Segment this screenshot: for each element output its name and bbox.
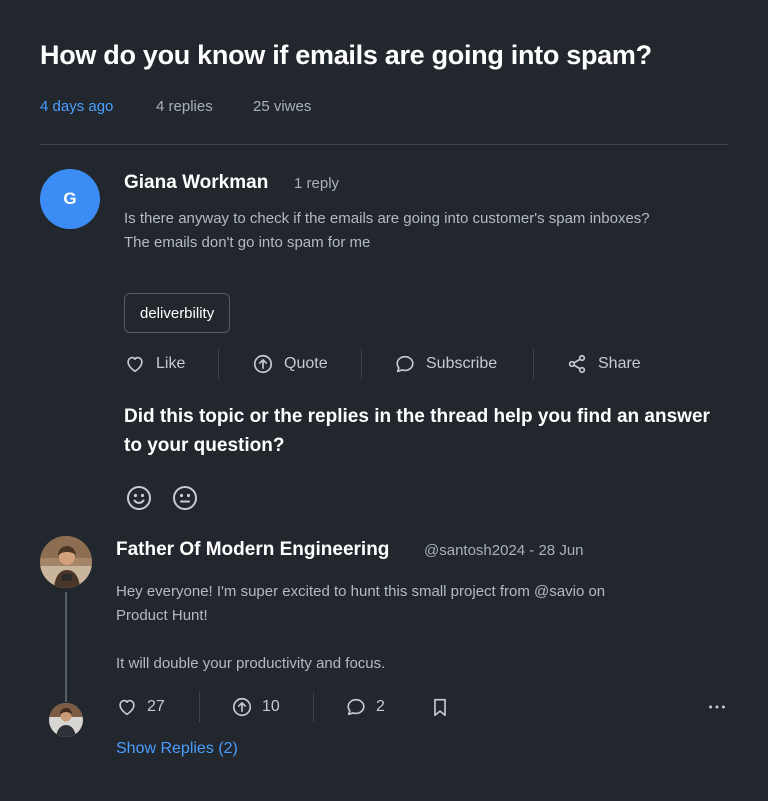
topic-view-count: 25 viwes xyxy=(253,98,312,115)
topic-title: How do you know if emails are going into… xyxy=(40,40,652,70)
arrow-up-circle-icon xyxy=(253,354,273,374)
comment-count: 2 xyxy=(376,698,385,715)
show-replies-link[interactable]: Show Replies (2) xyxy=(116,740,238,758)
topic-page: How do you know if emails are going into… xyxy=(0,0,768,801)
avatar[interactable]: G xyxy=(40,169,100,229)
share-label: Share xyxy=(598,355,641,372)
post-body: Is there anyway to check if the emails a… xyxy=(124,207,650,255)
divider xyxy=(313,692,314,722)
reply-body-line: Hey everyone! I'm super excited to hunt … xyxy=(116,583,606,600)
reply-actions: 27 10 2 xyxy=(116,691,728,723)
chat-bubble-icon xyxy=(347,698,365,716)
subscribe-button[interactable]: Subscribe xyxy=(394,348,497,380)
reply-body-line xyxy=(116,628,605,652)
avatar[interactable] xyxy=(49,703,83,737)
topic-time-ago[interactable]: 4 days ago xyxy=(40,98,113,115)
neutral-face-icon[interactable] xyxy=(171,484,199,512)
heart-icon xyxy=(119,699,135,716)
user-photo xyxy=(49,703,83,737)
thread-line xyxy=(65,592,67,702)
divider xyxy=(40,144,728,145)
share-icon xyxy=(568,354,586,374)
divider xyxy=(218,349,219,379)
quote-label: Quote xyxy=(284,355,328,372)
like-button[interactable]: 27 xyxy=(116,691,165,723)
arrow-up-circle-icon xyxy=(232,697,252,717)
divider xyxy=(533,349,534,379)
reply-body-line: Product Hunt! xyxy=(116,607,208,624)
reply-body-line: It will double your productivity and foc… xyxy=(116,655,386,672)
post-actions: Like Quote Subscribe Share xyxy=(124,348,684,380)
more-button[interactable] xyxy=(706,691,737,723)
upvote-button[interactable]: 10 xyxy=(231,691,280,723)
chat-bubble-icon xyxy=(396,355,414,373)
feedback-question: Did this topic or the replies in the thr… xyxy=(124,406,710,456)
smile-icon[interactable] xyxy=(125,484,153,512)
more-horizontal-icon xyxy=(709,705,725,709)
upvote-count: 10 xyxy=(262,698,280,715)
quote-button[interactable]: Quote xyxy=(252,348,328,380)
like-button[interactable]: Like xyxy=(124,348,185,380)
share-button[interactable]: Share xyxy=(566,348,641,380)
like-label: Like xyxy=(156,355,186,372)
divider xyxy=(199,692,200,722)
comment-button[interactable]: 2 xyxy=(345,691,385,723)
like-count: 27 xyxy=(147,698,165,715)
reply-body: Hey everyone! I'm super excited to hunt … xyxy=(116,580,605,676)
post-reply-count: 1 reply xyxy=(294,175,340,192)
bookmark-icon xyxy=(434,698,446,717)
subscribe-label: Subscribe xyxy=(426,355,498,372)
reply-handle-date: @santosh2024 - 28 Jun xyxy=(424,542,584,559)
topic-reply-count: 4 replies xyxy=(156,98,213,115)
post-body-line: Is there anyway to check if the emails a… xyxy=(124,210,650,227)
avatar[interactable] xyxy=(40,536,92,588)
post-author[interactable]: Giana Workman xyxy=(124,172,268,194)
reply-author[interactable]: Father Of Modern Engineering xyxy=(116,539,389,561)
tag-chip[interactable]: deliverbility xyxy=(124,293,231,333)
heart-icon xyxy=(127,356,143,373)
divider xyxy=(361,349,362,379)
user-photo xyxy=(40,536,92,588)
bookmark-button[interactable] xyxy=(429,691,460,723)
post-body-line: The emails don't go into spam for me xyxy=(124,234,371,251)
